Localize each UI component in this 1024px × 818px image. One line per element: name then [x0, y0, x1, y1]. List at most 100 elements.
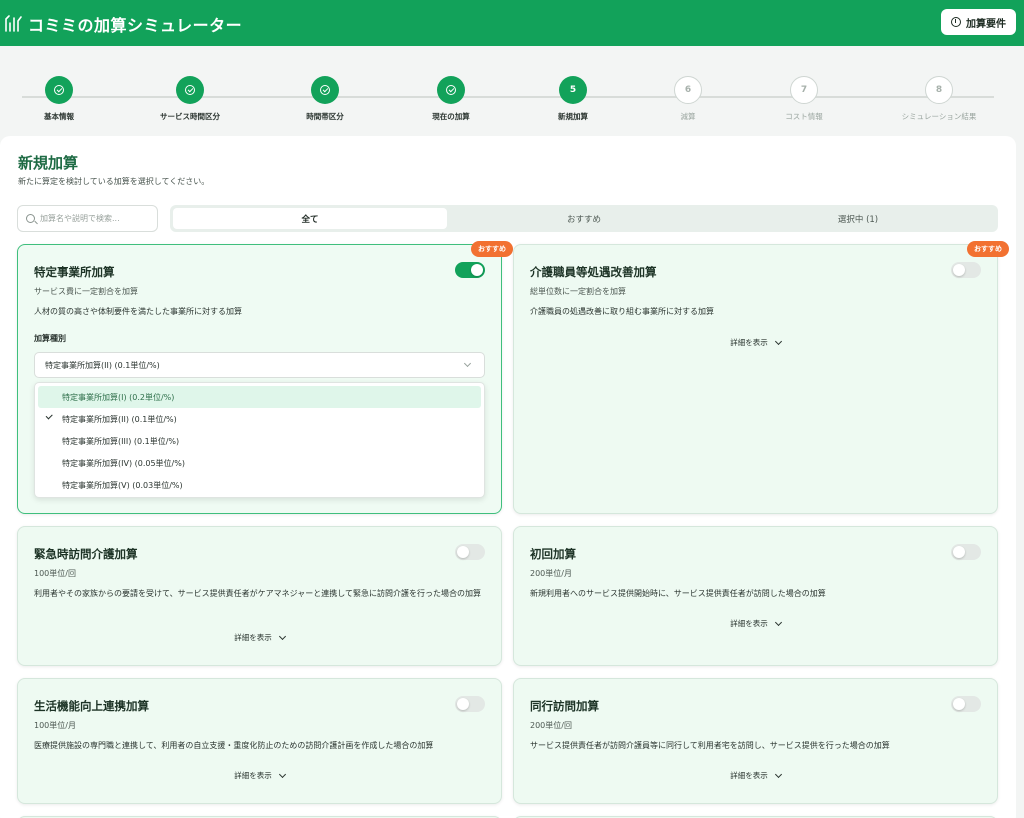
card-description: 介護職員の処遇改善に取り組む事業所に対する加算: [530, 307, 714, 316]
card-unit: 100単位/回: [34, 569, 76, 578]
step-label: コスト情報: [785, 112, 823, 121]
recommended-badge: おすすめ: [967, 241, 1009, 257]
card-description: 新規利用者へのサービス提供開始時に、サービス提供責任者が訪問した場合の加算: [530, 589, 826, 598]
addon-toggle[interactable]: [951, 262, 981, 278]
requirements-button-label: 加算要件: [966, 18, 1006, 30]
step-circle: 6: [674, 76, 702, 104]
step-number: 6: [684, 85, 692, 95]
recommended-badge: おすすめ: [471, 241, 513, 257]
check-circle-icon: [446, 85, 456, 95]
dropdown-option[interactable]: 特定事業所加算(III) (0.1単位/%): [38, 430, 481, 452]
dropdown-option[interactable]: 特定事業所加算(V) (0.03単位/%): [38, 474, 481, 496]
dropdown-option[interactable]: 特定事業所加算(I) (0.2単位/%): [38, 386, 481, 408]
app-header: コミミの加算シミュレーター 加算要件: [0, 0, 1024, 46]
search-input[interactable]: [40, 214, 155, 223]
chevron-down-icon: [463, 359, 472, 368]
main-panel: 新規加算 新たに算定を検討している加算を選択してください。 全て おすすめ 選択…: [0, 136, 1016, 818]
chevron-down-icon: [278, 632, 286, 640]
addon-toggle[interactable]: [951, 544, 981, 560]
card-description: 利用者やその家族からの要請を受けて、サービス提供責任者がケアマネジャーと連携して…: [34, 589, 481, 598]
search-icon: [26, 214, 35, 223]
addon-toggle[interactable]: [951, 696, 981, 712]
step-7[interactable]: 7 コスト情報: [744, 76, 864, 122]
card-description: 人材の質の高さや体制要件を満たした事業所に対する加算: [34, 307, 242, 316]
addon-toggle[interactable]: [455, 544, 485, 560]
card-unit: 200単位/月: [530, 569, 572, 578]
step-label: 減算: [680, 112, 696, 121]
show-details-link[interactable]: 詳細を表示: [514, 770, 997, 781]
progress-stepper: 基本情報 サービス時間区分 時間帯区分 現在の加算 5 新規加算 6 減算 7 コスト情報 8 シミュ…: [0, 46, 1024, 132]
card-title: 介護職員等処遇改善加算: [530, 265, 657, 279]
show-details-link[interactable]: 詳細を表示: [18, 632, 501, 643]
app-title: コミミの加算シミュレーター: [28, 16, 243, 35]
tab-selected[interactable]: 選択中 (1): [721, 208, 995, 229]
step-circle: 7: [790, 76, 818, 104]
addon-kind-dropdown: 特定事業所加算(I) (0.2単位/%) 特定事業所加算(II) (0.1単位/…: [34, 382, 485, 498]
step-8[interactable]: 8 シミュレーション結果: [879, 76, 999, 122]
addon-toggle[interactable]: [455, 262, 485, 278]
check-circle-icon: [54, 85, 64, 95]
select-value: 特定事業所加算(II) (0.1単位/%): [45, 360, 160, 370]
show-details-link[interactable]: 詳細を表示: [514, 337, 997, 348]
card-title: 同行訪問加算: [530, 699, 599, 713]
card-unit: 100単位/月: [34, 721, 76, 730]
chevron-down-icon: [774, 770, 782, 778]
info-icon: [951, 17, 961, 27]
addon-card-shogu[interactable]: おすすめ 介護職員等処遇改善加算 総単位数に一定割合を加算 介護職員の処遇改善に…: [513, 241, 1009, 514]
step-number: 7: [800, 85, 808, 95]
requirements-button[interactable]: 加算要件: [941, 9, 1016, 35]
step-circle: 5: [559, 76, 587, 104]
dropdown-option-selected[interactable]: 特定事業所加算(II) (0.1単位/%): [38, 408, 481, 430]
step-1[interactable]: 基本情報: [0, 76, 119, 122]
step-number: 5: [569, 85, 577, 95]
card-title: 緊急時訪問介護加算: [34, 547, 138, 561]
step-3[interactable]: 時間帯区分: [265, 76, 385, 122]
addon-kind-select[interactable]: 特定事業所加算(II) (0.1単位/%): [34, 352, 485, 378]
card-description: 医療提供施設の専門職と連携して、利用者の自立支援・重度化防止のための訪問介護計画…: [34, 741, 434, 750]
addon-card-doko[interactable]: 同行訪問加算 200単位/回 サービス提供責任者が訪問介護員等に同行して利用者宅…: [513, 678, 998, 804]
step-5[interactable]: 5 新規加算: [513, 76, 633, 122]
show-details-link[interactable]: 詳細を表示: [514, 618, 997, 629]
card-unit: 200単位/回: [530, 721, 572, 730]
filter-tabs: 全て おすすめ 選択中 (1): [170, 205, 998, 232]
page-title: 新規加算: [18, 154, 79, 172]
tab-recommended[interactable]: おすすめ: [447, 208, 721, 229]
step-label: 基本情報: [44, 112, 74, 121]
step-label: サービス時間区分: [160, 112, 220, 121]
card-title: 生活機能向上連携加算: [34, 699, 149, 713]
step-circle: [437, 76, 465, 104]
step-circle: [45, 76, 73, 104]
card-title: 特定事業所加算: [34, 265, 115, 279]
step-6[interactable]: 6 減算: [628, 76, 748, 122]
step-circle: [311, 76, 339, 104]
step-circle: [176, 76, 204, 104]
tab-all[interactable]: 全て: [173, 208, 447, 229]
addon-toggle[interactable]: [455, 696, 485, 712]
step-number: 8: [935, 85, 943, 95]
addon-card-seikatsu[interactable]: 生活機能向上連携加算 100単位/月 医療提供施設の専門職と連携して、利用者の自…: [17, 678, 502, 804]
dropdown-option[interactable]: 特定事業所加算(IV) (0.05単位/%): [38, 452, 481, 474]
addon-kind-label: 加算種別: [34, 334, 66, 343]
card-unit: 総単位数に一定割合を加算: [530, 287, 626, 296]
chevron-down-icon: [774, 337, 782, 345]
addon-card-shokai[interactable]: 初回加算 200単位/月 新規利用者へのサービス提供開始時に、サービス提供責任者…: [513, 526, 998, 666]
show-details-link[interactable]: 詳細を表示: [18, 770, 501, 781]
step-4[interactable]: 現在の加算: [391, 76, 511, 122]
addon-card-kinkyu[interactable]: 緊急時訪問介護加算 100単位/回 利用者やその家族からの要請を受けて、サービス…: [17, 526, 502, 666]
check-circle-icon: [185, 85, 195, 95]
card-description: サービス提供責任者が訪問介護員等に同行して利用者宅を訪問し、サービス提供を行った…: [530, 741, 890, 750]
search-box[interactable]: [17, 205, 158, 232]
card-unit: サービス費に一定割合を加算: [34, 287, 138, 296]
step-label: 現在の加算: [432, 112, 470, 121]
page-subtitle: 新たに算定を検討している加算を選択してください。: [18, 177, 210, 186]
check-circle-icon: [320, 85, 330, 95]
step-2[interactable]: サービス時間区分: [130, 76, 250, 122]
step-label: シミュレーション結果: [901, 112, 977, 121]
chevron-down-icon: [278, 770, 286, 778]
step-circle: 8: [925, 76, 953, 104]
step-label: 新規加算: [558, 112, 588, 121]
step-label: 時間帯区分: [306, 112, 344, 121]
addon-card-tokutei[interactable]: おすすめ 特定事業所加算 サービス費に一定割合を加算 人材の質の高さや体制要件を…: [17, 241, 513, 514]
chevron-down-icon: [774, 618, 782, 626]
app-logo-icon: [5, 15, 22, 32]
